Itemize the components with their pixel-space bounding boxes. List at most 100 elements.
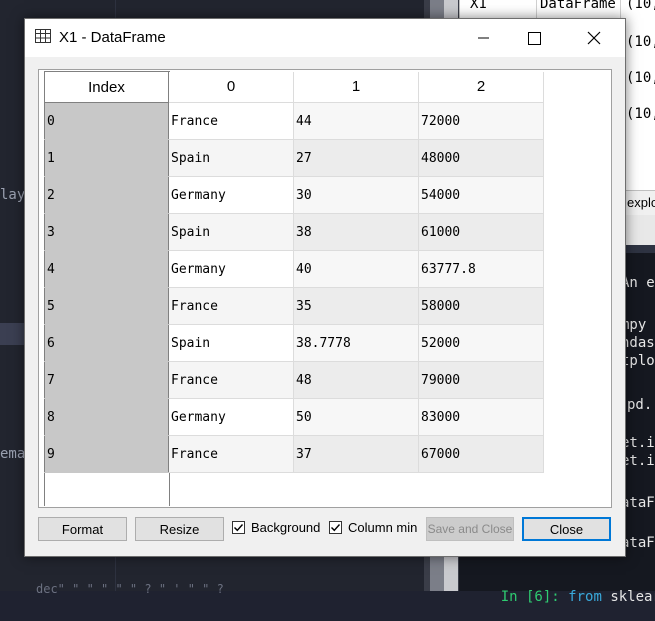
variable-size: (10, (626, 0, 655, 12)
minimize-button[interactable] (461, 19, 507, 57)
table-cell[interactable]: 35 (293, 287, 419, 325)
table-cell[interactable]: 38 (293, 213, 419, 251)
console-line: ataF (621, 535, 655, 551)
title-bar[interactable]: X1 - DataFrame (25, 19, 625, 57)
minimize-icon (478, 37, 489, 39)
console-line: ataF (621, 495, 655, 511)
column-header[interactable]: 1 (293, 71, 419, 103)
editor-text-fragment: dec" " " " " " ? " ' " " ? (36, 582, 224, 596)
table-row[interactable]: 6 Spain 38.7778 52000 (44, 324, 544, 362)
table-row[interactable]: 8 Germany 50 83000 (44, 398, 544, 436)
maximize-icon (527, 31, 541, 45)
save-and-close-button[interactable]: Save and Close (426, 517, 514, 541)
console-keyword: from (568, 589, 602, 605)
window-title: X1 - DataFrame (59, 29, 166, 46)
background-checkbox[interactable]: Background (232, 520, 320, 535)
column-min-checkbox[interactable]: Column min (329, 520, 417, 535)
table-cell[interactable]: 40 (293, 250, 419, 288)
checkmark-icon (234, 524, 244, 532)
table-row[interactable]: 0 France 44 72000 (44, 102, 544, 140)
close-window-button[interactable] (571, 19, 617, 57)
variable-type: DataFrame (540, 0, 616, 12)
table-cell[interactable]: France (168, 102, 294, 140)
editor-text-fragment: lay (0, 187, 26, 203)
dataframe-grid[interactable]: Index 0 1 2 0 France 44 72000 1 Spain 27 48000 2… (38, 69, 612, 508)
table-row[interactable]: 3 Spain 38 61000 (44, 213, 544, 251)
console-line: et.i (621, 453, 655, 469)
table-cell[interactable]: 30 (293, 176, 419, 214)
checkbox-box[interactable] (329, 521, 342, 534)
table-cell[interactable]: 54000 (418, 176, 544, 214)
console-line: ndas (621, 335, 655, 351)
console-code: sklearn. (610, 589, 655, 605)
variable-size: (10, (626, 70, 655, 86)
table-cell[interactable]: Spain (168, 139, 294, 177)
close-icon (587, 31, 601, 45)
table-cell[interactable]: 48000 (418, 139, 544, 177)
index-header[interactable]: Index (44, 71, 169, 103)
row-index-cell[interactable]: 7 (44, 361, 169, 399)
variable-size: (10, (626, 106, 655, 122)
table-cell[interactable]: 50 (293, 398, 419, 436)
editor-text-fragment: ema (0, 446, 26, 462)
table-cell[interactable]: Germany (168, 250, 294, 288)
table-row[interactable]: 7 France 48 79000 (44, 361, 544, 399)
table-icon (35, 29, 51, 43)
checkmark-icon (331, 524, 341, 532)
table-cell[interactable]: 52000 (418, 324, 544, 362)
console-line: pd. (627, 397, 653, 413)
column-header[interactable]: 0 (168, 71, 294, 103)
table-cell[interactable]: 61000 (418, 213, 544, 251)
row-index-cell[interactable]: 5 (44, 287, 169, 325)
table-cell[interactable]: 44 (293, 102, 419, 140)
row-index-cell[interactable]: 9 (44, 435, 169, 473)
console-line: An e (621, 275, 655, 291)
table-cell[interactable]: 83000 (418, 398, 544, 436)
row-index-cell[interactable]: 6 (44, 324, 169, 362)
table-cell[interactable]: Spain (168, 213, 294, 251)
column-header[interactable]: 2 (418, 71, 544, 103)
row-index-cell[interactable]: 2 (44, 176, 169, 214)
console-line: et.i (621, 435, 655, 451)
table-cell[interactable]: France (168, 361, 294, 399)
table-row[interactable]: 4 Germany 40 63777.8 (44, 250, 544, 288)
variable-name: X1 (470, 0, 487, 12)
table-row[interactable]: 9 France 37 67000 (44, 435, 544, 473)
table-row[interactable]: 5 France 35 58000 (44, 287, 544, 325)
table-cell[interactable]: France (168, 435, 294, 473)
checkbox-box[interactable] (232, 521, 245, 534)
background-checkbox-label: Background (251, 520, 321, 535)
tab-variable-explorer[interactable]: explo (627, 191, 655, 215)
table-cell[interactable]: 38.7778 (293, 324, 419, 362)
current-line-highlight (0, 323, 24, 345)
table-cell[interactable]: Spain (168, 324, 294, 362)
table-cell[interactable]: France (168, 287, 294, 325)
table-cell[interactable]: 37 (293, 435, 419, 473)
table-cell[interactable]: 67000 (418, 435, 544, 473)
format-button[interactable]: Format (38, 517, 127, 541)
table-cell[interactable]: 79000 (418, 361, 544, 399)
table-cell[interactable]: 72000 (418, 102, 544, 140)
row-index-cell[interactable]: 4 (44, 250, 169, 288)
table-cell[interactable]: 27 (293, 139, 419, 177)
row-index-cell[interactable]: 3 (44, 213, 169, 251)
variable-size: (10, (626, 34, 655, 50)
table-row[interactable]: 1 Spain 27 48000 (44, 139, 544, 177)
table-row[interactable]: 2 Germany 30 54000 (44, 176, 544, 214)
table-cell[interactable]: 48 (293, 361, 419, 399)
console-input-line: In [6]: from sklearn. (467, 573, 655, 621)
maximize-button[interactable] (511, 19, 557, 57)
table-cell[interactable]: Germany (168, 176, 294, 214)
console-prompt: In [6]: (500, 589, 560, 605)
table-cell[interactable]: 58000 (418, 287, 544, 325)
resize-button[interactable]: Resize (135, 517, 224, 541)
table-cell[interactable]: 63777.8 (418, 250, 544, 288)
console-line: tplo (621, 353, 655, 369)
row-index-cell[interactable]: 1 (44, 139, 169, 177)
row-index-cell[interactable]: 8 (44, 398, 169, 436)
row-index-cell[interactable]: 0 (44, 102, 169, 140)
dataframe-table: Index 0 1 2 0 France 44 72000 1 Spain 27 48000 2… (44, 71, 544, 473)
table-cell[interactable]: Germany (168, 398, 294, 436)
close-button[interactable]: Close (522, 517, 611, 541)
column-min-checkbox-label: Column min (348, 520, 418, 535)
